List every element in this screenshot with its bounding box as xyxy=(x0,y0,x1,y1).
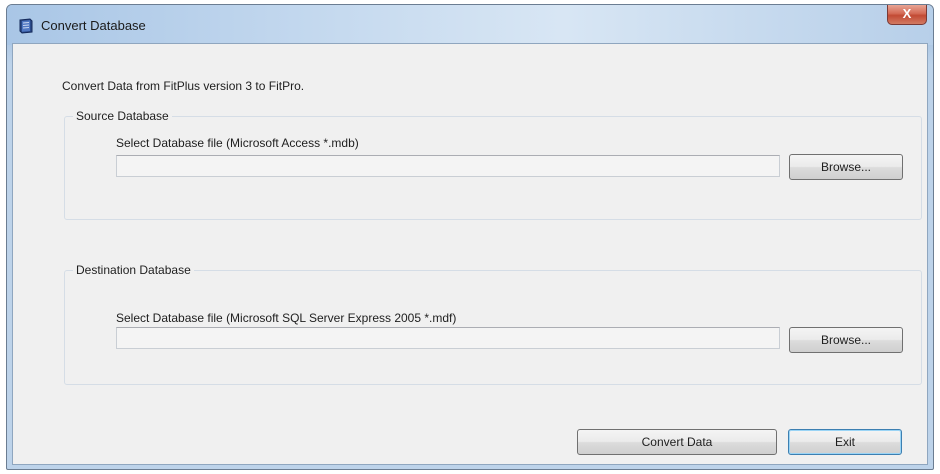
source-database-group: Source Database Select Database file (Mi… xyxy=(64,109,922,220)
close-icon: X xyxy=(902,6,912,21)
close-button[interactable]: X xyxy=(887,5,927,25)
convert-data-button[interactable]: Convert Data xyxy=(577,429,777,455)
exit-button[interactable]: Exit xyxy=(788,429,902,455)
source-path-input[interactable] xyxy=(116,155,780,177)
dialog-body: Convert Data from FitPlus version 3 to F… xyxy=(12,43,928,465)
window-title: Convert Database xyxy=(41,18,146,33)
database-icon xyxy=(17,17,35,35)
source-field-label: Select Database file (Microsoft Access *… xyxy=(116,136,359,150)
convert-database-window: Convert Database X Convert Data from Fit… xyxy=(6,4,934,470)
destination-path-input[interactable] xyxy=(116,327,780,349)
destination-browse-button[interactable]: Browse... xyxy=(789,327,903,353)
destination-field-label: Select Database file (Microsoft SQL Serv… xyxy=(116,311,457,325)
source-group-label: Source Database xyxy=(73,109,172,123)
destination-database-group: Destination Database Select Database fil… xyxy=(64,263,922,385)
source-browse-button[interactable]: Browse... xyxy=(789,154,903,180)
title-bar[interactable]: Convert Database X xyxy=(7,5,933,45)
intro-text: Convert Data from FitPlus version 3 to F… xyxy=(62,79,305,93)
destination-group-label: Destination Database xyxy=(73,263,194,277)
